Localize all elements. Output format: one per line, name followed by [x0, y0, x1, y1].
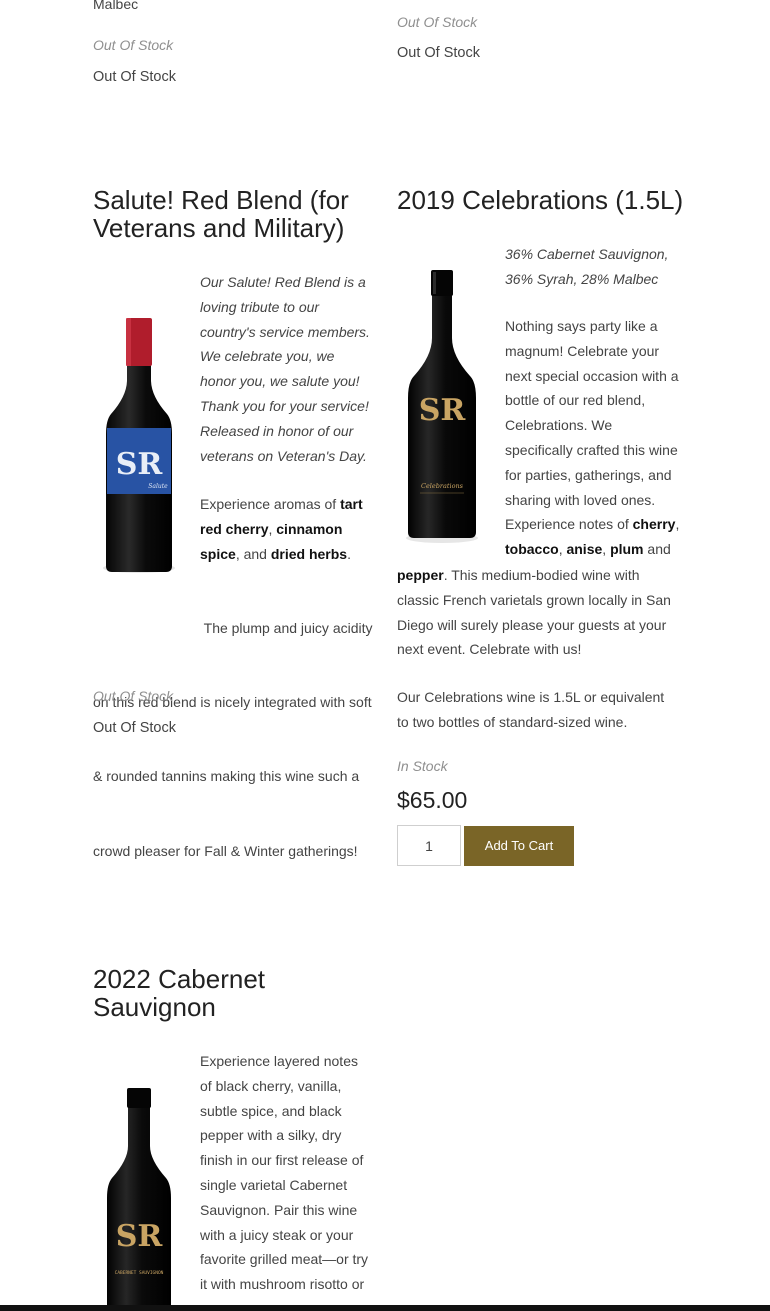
svg-text:Celebrations: Celebrations [421, 482, 464, 490]
celebrations-bottle-image: SR Celebrations [406, 270, 478, 543]
svg-text:SR: SR [116, 447, 164, 482]
product-title-line: Salute! Red Blend (for [93, 185, 349, 215]
product-price: $65.00 [397, 787, 468, 813]
svg-text:Salute: Salute [148, 483, 168, 490]
stock-status: Out Of Stock [93, 69, 176, 85]
add-to-cart-button[interactable]: Add To Cart [464, 826, 574, 866]
stock-status-label: Out Of Stock [93, 37, 174, 53]
product-title[interactable]: Salute! Red Blend (for Veterans and Mili… [93, 186, 349, 242]
product-size-note: Our Celebrations wine is 1.5L or equival… [397, 689, 665, 730]
stock-status: Out Of Stock [397, 45, 480, 61]
stock-status: Out Of Stock [93, 720, 176, 736]
product-title[interactable]: 2019 Celebrations (1.5L) [397, 186, 683, 214]
product-title-line: Sauvignon [93, 992, 216, 1022]
bottom-edge-bar [0, 1305, 770, 1311]
product-description: Experience layered notes of black cherry… [200, 1053, 369, 1293]
product-description-continued: pepper. This medium-bodied wine with cla… [397, 567, 671, 658]
quantity-input[interactable]: 1 [397, 825, 461, 866]
product-title-line: Veterans and Military) [93, 213, 345, 243]
cabernet-bottle-image: SR CABERNET SAUVIGNON [107, 1088, 171, 1311]
stock-status-label: In Stock [397, 758, 448, 774]
product-intro: Our Salute! Red Blend is a loving tribut… [200, 274, 370, 464]
product-title-line: 2022 Cabernet [93, 964, 266, 994]
product-title[interactable]: 2022 Cabernet Sauvignon [93, 965, 265, 1021]
svg-text:CABERNET SAUVIGNON: CABERNET SAUVIGNON [115, 1270, 164, 1276]
cut-off-text: Malbec [93, 0, 139, 12]
product-aromas: Experience aromas of tart red cherry, ci… [200, 496, 363, 562]
product-description: Nothing says party like a magnum! Celebr… [505, 318, 680, 558]
stock-status-label: Out Of Stock [93, 688, 174, 704]
svg-text:SR: SR [419, 393, 467, 428]
stock-status-label: Out Of Stock [397, 14, 478, 30]
svg-text:SR: SR [116, 1219, 164, 1254]
product-varietals: 36% Cabernet Sauvignon, 36% Syrah, 28% M… [505, 246, 669, 287]
salute-bottle-image: SR Salute [103, 318, 175, 573]
